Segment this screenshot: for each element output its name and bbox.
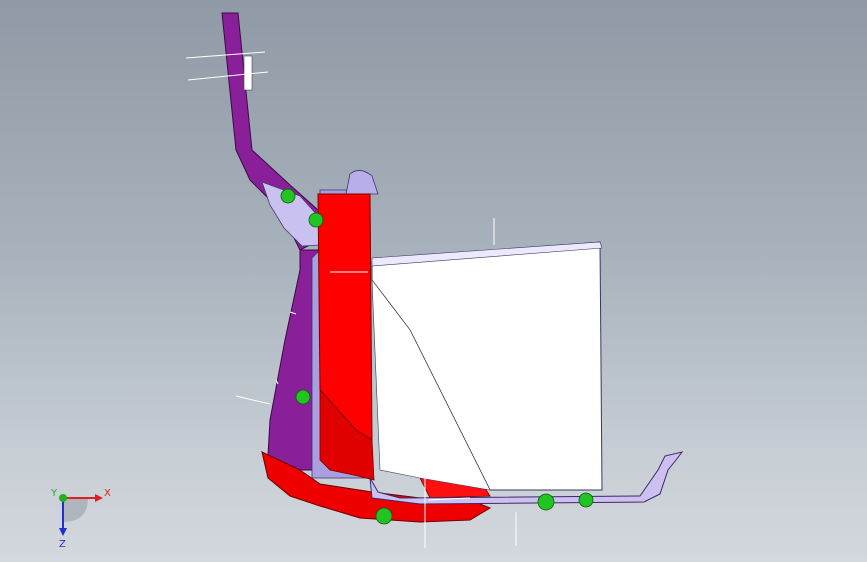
weld-point <box>295 389 311 405</box>
lavender-tip <box>345 170 379 195</box>
z-axis-arrow <box>59 528 67 536</box>
arm-tab <box>243 55 253 91</box>
z-axis-label: Z <box>59 539 66 550</box>
weld-point <box>578 492 594 508</box>
x-axis-label: X <box>104 488 111 499</box>
axis-triad: X Z Y <box>50 488 111 550</box>
x-axis-arrow <box>95 494 103 502</box>
graphics-viewport[interactable]: X Z Y <box>0 0 867 562</box>
weld-point <box>375 507 393 525</box>
weld-point <box>308 212 324 228</box>
triad-shade <box>63 498 88 522</box>
cad-model[interactable] <box>0 0 867 562</box>
weld-point <box>280 188 296 204</box>
y-axis-dot <box>59 494 67 502</box>
y-axis-label: Y <box>50 488 58 499</box>
weld-point <box>537 493 555 511</box>
